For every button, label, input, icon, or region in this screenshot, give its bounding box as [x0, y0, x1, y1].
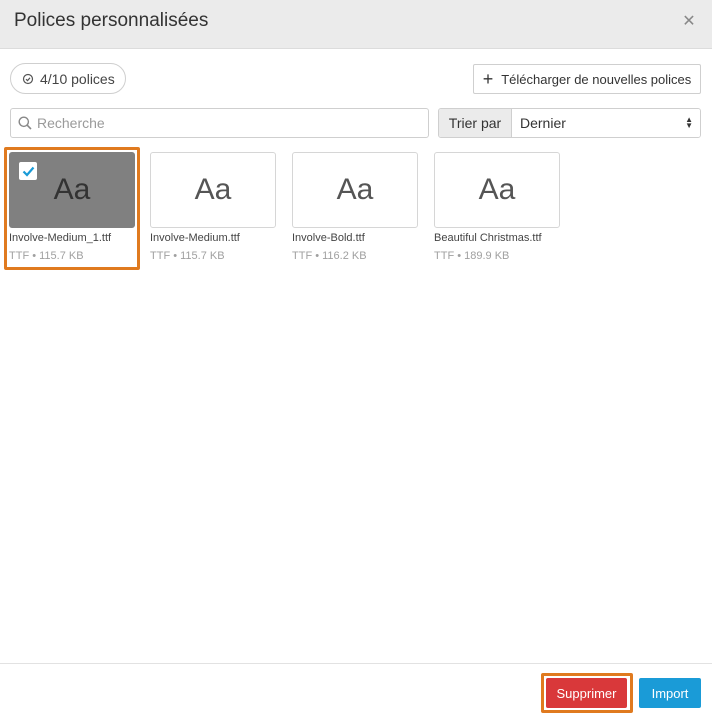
search-box[interactable]	[10, 108, 429, 138]
font-preview: Aa	[292, 152, 418, 228]
sort-select[interactable]: Dernier ▲ ▼	[512, 109, 700, 137]
dialog-title: Polices personnalisées	[14, 10, 209, 31]
font-preview-text: Aa	[53, 173, 91, 206]
quota-icon	[22, 73, 34, 84]
font-file-name: Involve-Medium_1.ttf	[9, 232, 112, 244]
font-card[interactable]: Aa Involve-Bold.ttf TTF • 116.2 KB	[292, 152, 418, 262]
close-icon[interactable]: ✕	[682, 13, 696, 31]
font-file-meta: TTF • 189.9 KB	[434, 250, 510, 262]
font-file-meta: TTF • 115.7 KB	[9, 250, 84, 262]
delete-button[interactable]: Supprimer	[546, 678, 627, 708]
sort-selected-value: Dernier	[520, 115, 566, 131]
font-card[interactable]: Aa Involve-Medium_1.ttf TTF • 115.7 KB	[9, 152, 135, 262]
dialog-header: Polices personnalisées ✕	[0, 0, 712, 49]
font-file-meta: TTF • 116.2 KB	[292, 250, 367, 262]
font-card[interactable]: Aa Involve-Medium.ttf TTF • 115.7 KB	[150, 152, 276, 262]
sort-control: Trier par Dernier ▲ ▼	[438, 108, 701, 138]
font-count-label: 4/10 polices	[40, 70, 115, 87]
select-arrows-icon: ▲ ▼	[685, 115, 693, 130]
import-button[interactable]: Import	[639, 678, 701, 708]
search-input[interactable]	[37, 115, 417, 131]
upload-fonts-button[interactable]: + Télécharger de nouvelles polices	[473, 64, 701, 94]
font-file-meta: TTF • 115.7 KB	[150, 250, 225, 262]
font-file-name: Beautiful Christmas.ttf	[434, 232, 542, 244]
plus-icon: +	[482, 69, 494, 89]
font-preview: Aa	[9, 152, 135, 228]
font-preview-text: Aa	[478, 173, 516, 206]
sort-label: Trier par	[439, 109, 512, 137]
font-file-name: Involve-Medium.ttf	[150, 232, 240, 244]
search-icon	[18, 116, 32, 130]
font-file-name: Involve-Bold.ttf	[292, 232, 365, 244]
upload-fonts-label: Télécharger de nouvelles polices	[501, 71, 692, 87]
font-preview-text: Aa	[194, 173, 232, 206]
font-card[interactable]: Aa Beautiful Christmas.ttf TTF • 189.9 K…	[434, 152, 560, 262]
font-count-badge: 4/10 polices	[10, 63, 126, 94]
font-preview-text: Aa	[336, 173, 374, 206]
font-preview: Aa	[434, 152, 560, 228]
selected-checkbox[interactable]	[19, 162, 37, 180]
font-preview: Aa	[150, 152, 276, 228]
checkmark-icon	[22, 166, 34, 177]
